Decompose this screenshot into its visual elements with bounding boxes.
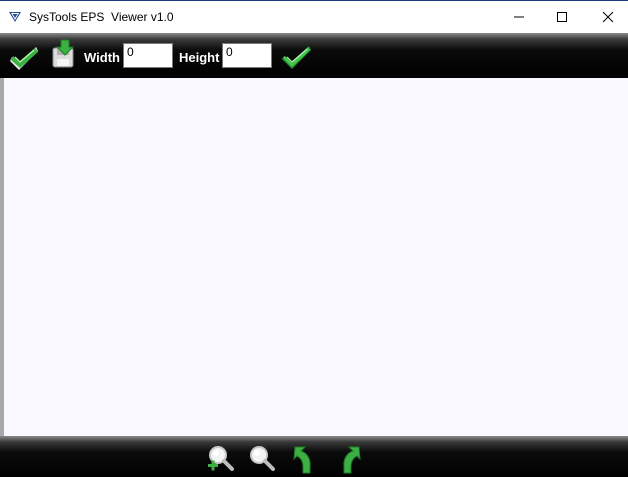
minimize-button[interactable]: [496, 1, 542, 32]
minimize-icon: [514, 16, 524, 17]
image-canvas[interactable]: [0, 78, 628, 436]
close-icon: [602, 11, 614, 22]
rotate-left-icon[interactable]: [291, 445, 321, 475]
app-logo-icon: [9, 12, 21, 22]
title-bar[interactable]: SysTools EPS Viewer v1.0: [0, 1, 628, 32]
open-checkmark-icon[interactable]: [10, 41, 40, 71]
save-disk-icon[interactable]: [50, 39, 80, 69]
bottom-toolbar: [0, 436, 628, 477]
rotate-right-icon[interactable]: [333, 445, 363, 475]
close-button[interactable]: [585, 1, 628, 32]
zoom-out-icon[interactable]: [246, 444, 276, 474]
green-checkmark-icon[interactable]: [282, 41, 312, 71]
maximize-icon: [557, 11, 567, 22]
window-title: SysTools EPS Viewer v1.0: [29, 10, 174, 24]
zoom-in-icon[interactable]: [205, 444, 235, 474]
height-value: 0: [226, 45, 233, 59]
app-window: SysTools EPS Viewer v1.0 Width 0 Height …: [0, 0, 628, 477]
width-input[interactable]: 0: [123, 43, 173, 68]
width-label: Width: [84, 50, 120, 65]
top-toolbar: Width 0 Height 0: [0, 33, 628, 78]
width-value: 0: [127, 45, 134, 59]
height-label: Height: [179, 50, 220, 65]
maximize-button[interactable]: [539, 1, 585, 32]
height-input[interactable]: 0: [222, 43, 272, 68]
